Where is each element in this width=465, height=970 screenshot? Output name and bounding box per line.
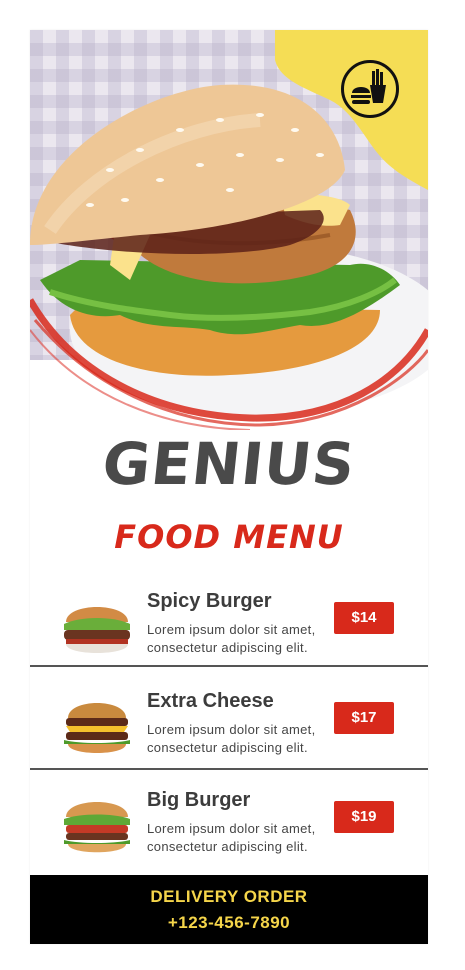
- item-description: Lorem ipsum dolor sit amet,: [147, 622, 316, 637]
- item-name: Spicy Burger: [147, 590, 272, 612]
- item-description: consectetur adipiscing elit.: [147, 839, 308, 854]
- burger-fries-logo-icon: [341, 60, 399, 118]
- menu-subtitle: FOOD MENU: [114, 518, 344, 556]
- price-badge: $14: [334, 602, 394, 634]
- item-description: consectetur adipiscing elit.: [147, 740, 308, 755]
- item-name: Big Burger: [147, 789, 251, 811]
- menu-item[interactable]: Spicy Burger Lorem ipsum dolor sit amet,…: [30, 586, 428, 686]
- delivery-footer: DELIVERY ORDER +123-456-7890: [30, 875, 428, 944]
- menu-item[interactable]: Extra Cheese Lorem ipsum dolor sit amet,…: [30, 686, 428, 786]
- menu-item[interactable]: Big Burger Lorem ipsum dolor sit amet, c…: [30, 785, 428, 885]
- delivery-label: DELIVERY ORDER: [150, 887, 308, 906]
- hero-burger-image: [30, 30, 428, 430]
- item-name: Extra Cheese: [147, 690, 274, 712]
- item-description: Lorem ipsum dolor sit amet,: [147, 821, 316, 836]
- brand-title: GENIUS: [99, 430, 359, 498]
- divider: [30, 665, 428, 667]
- burger-thumbnail: [64, 802, 130, 853]
- price-badge: $19: [334, 801, 394, 833]
- menu-card: GENIUS FOOD MENU Spicy Burger Lorem ipsu…: [30, 30, 428, 944]
- price-badge: $17: [334, 702, 394, 734]
- burger-thumbnail: [64, 703, 130, 753]
- phone-number[interactable]: +123-456-7890: [30, 913, 428, 933]
- item-description: Lorem ipsum dolor sit amet,: [147, 722, 316, 737]
- burger-thumbnail: [64, 607, 130, 653]
- item-description: consectetur adipiscing elit.: [147, 640, 308, 655]
- divider: [30, 768, 428, 770]
